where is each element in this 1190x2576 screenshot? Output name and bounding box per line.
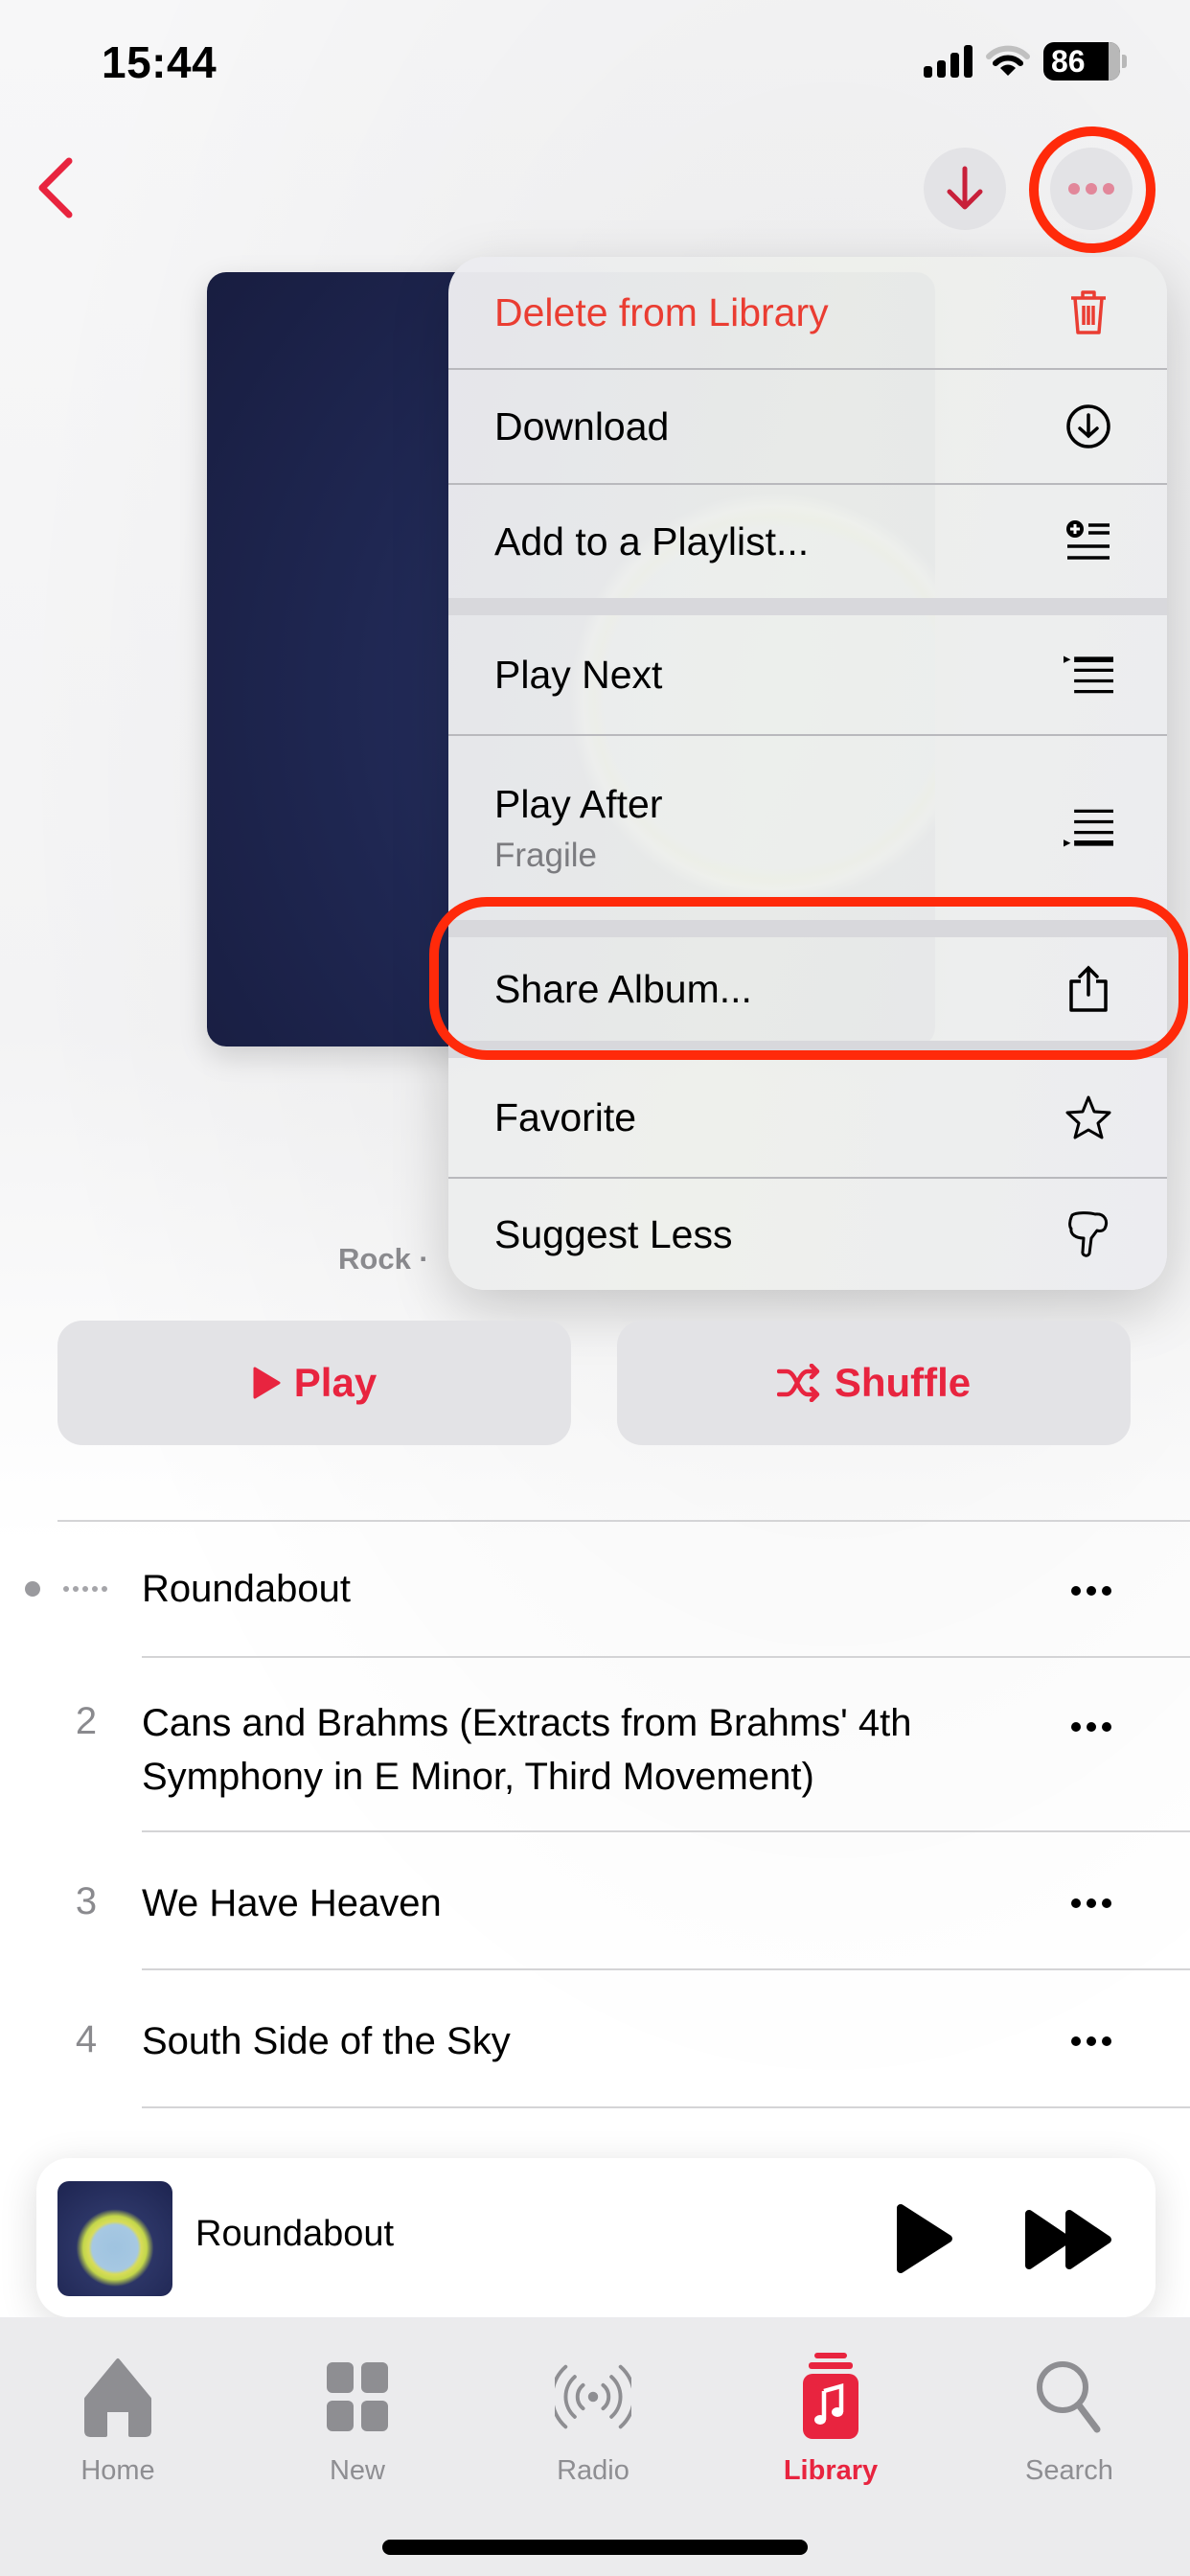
track-number: 3 [75,1880,98,1922]
shuffle-button[interactable]: Shuffle [617,1321,1131,1445]
menu-section-gap [448,920,1167,937]
mini-player-forward-button[interactable] [1023,2208,1119,2271]
menu-item-label: Suggest Less [494,1211,733,1256]
menu-item-share-album[interactable]: Share Album... [448,937,1167,1041]
house-icon [80,2354,156,2440]
star-icon [1064,1092,1113,1142]
track-title: Roundabout [142,1568,351,1610]
menu-item-download[interactable]: Download [448,370,1167,483]
shuffle-label: Shuffle [834,1360,972,1405]
track-number: 4 [75,2018,98,2060]
music-library-icon [792,2353,869,2440]
play-next-icon [1064,650,1113,700]
track-title: Cans and Brahms (Extracts from Brahms' 4… [142,1702,912,1798]
tab-label: Search [1025,2455,1113,2486]
track-more-button[interactable] [1071,1894,1119,1913]
thumbs-down-icon [1064,1209,1113,1259]
track-more-button[interactable] [1071,2032,1119,2051]
status-time: 15:44 [102,37,217,87]
download-circle-icon [1064,402,1113,451]
more-options-button[interactable] [1050,148,1133,230]
track-row[interactable]: 3 We Have Heaven [0,1832,1190,1968]
ellipsis-icon [1068,183,1114,195]
mini-player[interactable]: Roundabout [36,2158,1156,2317]
menu-item-play-after[interactable]: Play After Fragile [448,736,1167,920]
mini-player-play-button[interactable] [891,2200,958,2277]
share-icon [1064,964,1113,1014]
track-more-button[interactable] [1071,1581,1119,1600]
shuffle-icon [776,1364,820,1402]
now-playing-indicator-icon [63,1586,107,1592]
add-to-playlist-icon [1064,517,1113,566]
battery-level: 86 [1051,43,1086,79]
menu-item-delete-from-library[interactable]: Delete from Library [448,257,1167,368]
tab-library[interactable]: Library [749,2353,912,2487]
tab-label: Library [783,2455,879,2486]
menu-item-label: Favorite [494,1094,637,1139]
battery-tip [1122,55,1127,68]
menu-item-label: Delete from Library [494,289,829,334]
chevron-left-icon [38,157,73,218]
tab-radio[interactable]: Radio [512,2354,675,2487]
context-menu: Delete from Library Download Add to a Pl… [448,257,1167,1290]
battery-icon: 86 [1043,42,1120,80]
tab-home[interactable]: Home [36,2354,199,2487]
menu-item-text: Play After Fragile [494,782,662,875]
arrow-down-icon [947,166,983,210]
tab-search[interactable]: Search [988,2354,1151,2487]
tab-label: New [329,2455,385,2486]
album-genre-year: Rock · [338,1242,429,1276]
tab-new[interactable]: New [276,2354,439,2487]
track-more-button[interactable] [1071,1717,1119,1736]
now-playing-dot [25,1581,40,1597]
track-row[interactable]: 4 South Side of the Sky [0,1970,1190,2106]
wifi-icon [986,45,1030,76]
menu-item-add-to-playlist[interactable]: Add to a Playlist... [448,485,1167,598]
mini-player-title: Roundabout [195,2214,395,2254]
menu-item-label: Share Album... [494,966,752,1011]
menu-item-label: Play Next [494,652,663,697]
play-button[interactable]: Play [57,1321,571,1445]
tab-label: Home [80,2455,155,2486]
home-indicator[interactable] [382,2540,808,2555]
menu-item-sublabel: Fragile [494,836,597,874]
menu-item-label: Add to a Playlist... [494,518,810,564]
tab-label: Radio [557,2455,629,2486]
menu-item-suggest-less[interactable]: Suggest Less [448,1179,1167,1290]
track-number: 2 [75,1700,98,1742]
mini-player-artwork [57,2181,172,2296]
play-after-icon [1064,803,1113,853]
grid-icon [319,2354,396,2440]
download-button[interactable] [924,148,1006,230]
cellular-signal-icon [924,45,973,78]
track-row[interactable]: Roundabout [0,1522,1190,1656]
play-icon [253,1367,281,1399]
play-icon [897,2204,952,2273]
track-title: We Have Heaven [142,1882,442,1924]
track-row[interactable]: 2 Cans and Brahms (Extracts from Brahms'… [0,1658,1190,1830]
track-divider [142,2106,1190,2108]
tab-bar: Home New Radio Library Search [0,2317,1190,2576]
menu-item-play-next[interactable]: Play Next [448,615,1167,734]
track-title: South Side of the Sky [142,2020,511,2062]
magnifier-icon [1031,2354,1108,2440]
menu-section-gap [448,1041,1167,1058]
radio-broadcast-icon [555,2354,631,2440]
status-icons: 86 [924,42,1127,80]
play-label: Play [293,1360,378,1405]
menu-section-gap [448,598,1167,615]
fast-forward-icon [1025,2210,1111,2269]
trash-icon [1064,288,1113,337]
menu-item-label: Download [494,403,670,448]
menu-item-favorite[interactable]: Favorite [448,1058,1167,1177]
menu-item-label: Play After [494,781,663,826]
back-button[interactable] [34,153,82,222]
